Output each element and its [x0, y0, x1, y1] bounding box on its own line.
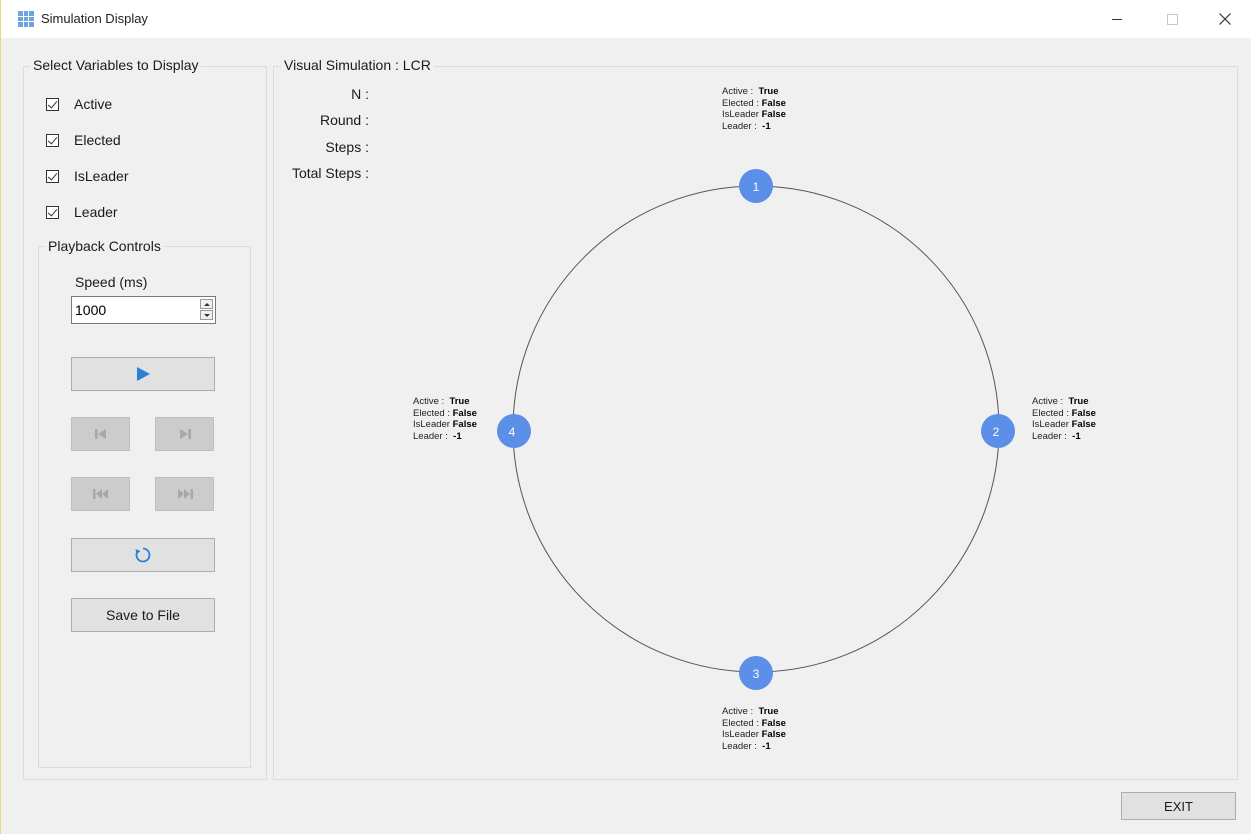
node-id-label: 1 — [753, 180, 760, 194]
node-4[interactable]: 4 — [497, 414, 531, 448]
node-2-info: Active : True Elected : False IsLeader F… — [1032, 396, 1096, 442]
simulation-window: Simulation Display Select Variables to D… — [0, 0, 1251, 834]
node-3-info: Active : True Elected : False IsLeader F… — [722, 706, 786, 752]
node-4-info: Active : True Elected : False IsLeader F… — [413, 396, 477, 442]
node-id-label: 2 — [993, 425, 1000, 439]
exit-button[interactable]: EXIT — [1121, 792, 1236, 820]
node-2[interactable]: 2 — [981, 414, 1015, 448]
node-id-label: 4 — [509, 425, 516, 439]
node-1[interactable]: 1 — [739, 169, 773, 203]
node-1-info: Active : True Elected : False IsLeader F… — [722, 86, 786, 132]
ring — [512, 185, 1000, 673]
node-3[interactable]: 3 — [739, 656, 773, 690]
node-id-label: 3 — [753, 667, 760, 681]
